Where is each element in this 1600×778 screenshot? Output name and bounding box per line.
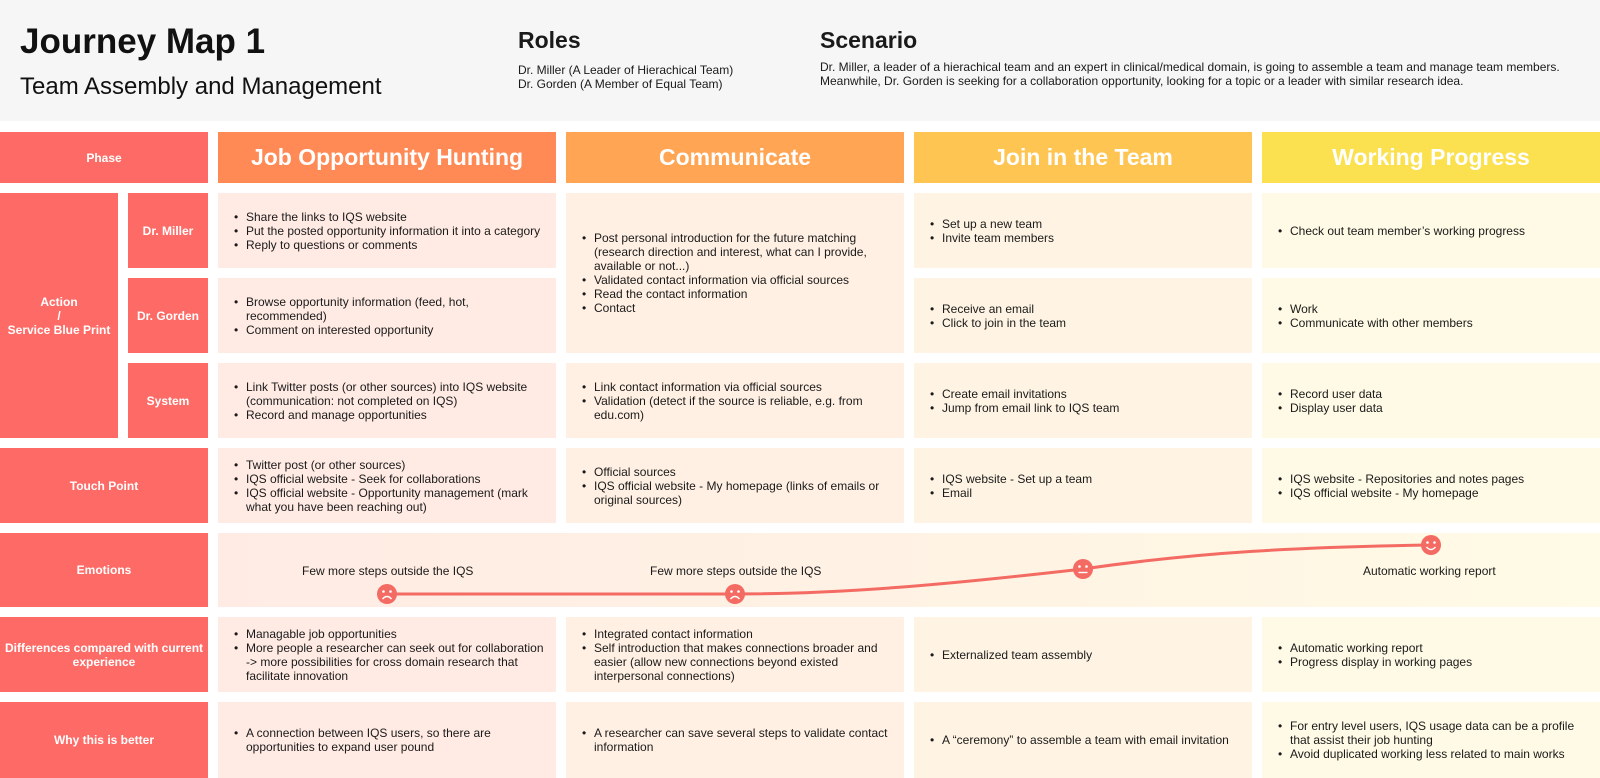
sad-face-icon bbox=[725, 584, 745, 604]
emotion-curve-line bbox=[387, 543, 1432, 596]
emotion-curve bbox=[377, 535, 1441, 604]
neutral-face-icon bbox=[1073, 559, 1093, 579]
happy-face-icon bbox=[1421, 535, 1441, 555]
sad-face-icon bbox=[377, 584, 397, 604]
